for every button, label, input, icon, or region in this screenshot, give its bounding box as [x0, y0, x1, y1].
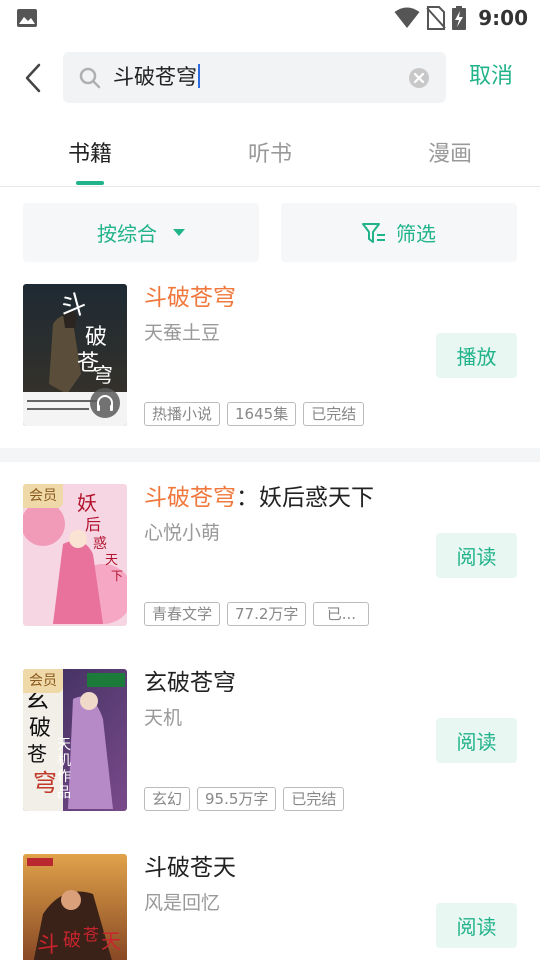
svg-text:斗: 斗 — [37, 933, 59, 958]
status-bar: 9:00 — [0, 0, 540, 36]
book-tags: 热播小说 1645集 已完结 — [144, 402, 365, 426]
active-tab-indicator — [76, 181, 104, 185]
tab-books[interactable]: 书籍 — [68, 140, 112, 170]
book-title[interactable]: 斗破苍穹 — [144, 282, 236, 314]
svg-text:机: 机 — [57, 753, 71, 769]
book-tags: 青春文学 77.2万字 已... — [144, 602, 370, 626]
sort-label: 按综合 — [97, 222, 157, 246]
svg-text:品: 品 — [57, 785, 71, 801]
book-tags: 玄幻 95.5万字 已完结 — [144, 787, 345, 811]
svg-text:苍: 苍 — [27, 742, 47, 766]
vip-badge: 会员 — [23, 484, 63, 508]
svg-text:后: 后 — [85, 515, 101, 534]
book-cover[interactable]: 斗 破 苍 穹 — [23, 284, 127, 426]
read-button[interactable]: 阅读 — [436, 718, 517, 763]
wifi-icon — [394, 7, 420, 28]
audio-icon — [90, 388, 120, 418]
book-cover[interactable]: 斗 破 苍 天 — [23, 854, 127, 960]
tab-audiobooks[interactable]: 听书 — [248, 140, 292, 170]
book-title[interactable]: 玄破苍穹 — [144, 667, 236, 699]
vip-badge: 会员 — [23, 669, 63, 693]
filter-icon — [362, 222, 385, 243]
filter-button[interactable]: 筛选 — [281, 203, 517, 262]
tag: 1645集 — [227, 402, 297, 426]
svg-text:破: 破 — [29, 716, 51, 741]
read-button[interactable]: 阅读 — [436, 903, 517, 948]
battery-charging-icon — [452, 6, 467, 30]
search-input[interactable]: 斗破苍穹 — [63, 52, 446, 103]
svg-text:下: 下 — [111, 569, 123, 583]
book-author: 风是回忆 — [144, 892, 221, 914]
svg-text:破: 破 — [85, 325, 107, 350]
text-caret — [198, 64, 200, 88]
tag: 玄幻 — [144, 787, 191, 811]
svg-text:穹: 穹 — [93, 363, 113, 387]
tag: 热播小说 — [144, 402, 221, 426]
tag: 已... — [313, 602, 370, 626]
book-cover[interactable]: 妖 后 惑 天 下 会员 — [23, 484, 127, 626]
section-divider — [0, 448, 540, 462]
search-icon — [79, 67, 101, 89]
caret-down-icon — [173, 229, 185, 236]
book-cover[interactable]: 玄 破 苍 穹 天 机 作 品 会员 — [23, 669, 127, 811]
svg-text:苍: 苍 — [83, 925, 99, 944]
svg-text:天: 天 — [101, 929, 121, 953]
search-header: 斗破苍穹 取消 — [0, 48, 540, 108]
svg-text:惑: 惑 — [93, 536, 107, 552]
no-sim-icon — [426, 6, 446, 30]
svg-text:天: 天 — [105, 553, 118, 568]
tag: 95.5万字 — [197, 787, 277, 811]
filter-label: 筛选 — [396, 222, 436, 246]
tag: 青春文学 — [144, 602, 221, 626]
svg-text:天: 天 — [57, 737, 71, 753]
book-title[interactable]: 斗破苍天 — [144, 852, 236, 884]
svg-text:作: 作 — [57, 769, 71, 785]
play-button[interactable]: 播放 — [436, 333, 517, 378]
tab-comics[interactable]: 漫画 — [428, 140, 472, 170]
tag: 已完结 — [283, 787, 345, 811]
gallery-notification-icon — [17, 9, 37, 27]
read-button[interactable]: 阅读 — [436, 533, 517, 578]
back-button[interactable] — [18, 60, 48, 96]
tag: 已完结 — [303, 402, 365, 426]
book-title[interactable]: 斗破苍穹：妖后惑天下 — [144, 482, 374, 514]
book-author: 心悦小萌 — [144, 522, 221, 544]
svg-text:破: 破 — [63, 930, 81, 951]
sort-dropdown[interactable]: 按综合 — [23, 203, 259, 262]
clock: 9:00 — [478, 6, 528, 30]
tag: 77.2万字 — [227, 602, 307, 626]
svg-text:穹: 穹 — [33, 769, 57, 797]
book-author: 天蚕土豆 — [144, 322, 221, 344]
search-query-text: 斗破苍穹 — [113, 64, 200, 91]
clear-icon[interactable] — [408, 67, 430, 89]
svg-text:妖: 妖 — [77, 491, 97, 515]
chevron-left-icon — [25, 63, 41, 93]
book-author: 天机 — [144, 707, 183, 729]
category-tabs: 书籍 听书 漫画 — [0, 130, 540, 187]
cancel-button[interactable]: 取消 — [469, 62, 513, 92]
